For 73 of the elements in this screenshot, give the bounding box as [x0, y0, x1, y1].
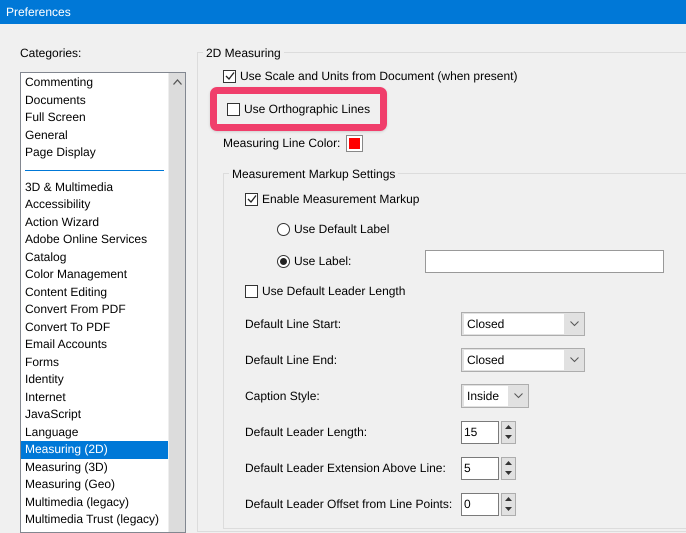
number-input-field[interactable]: 0 — [461, 492, 499, 516]
category-item[interactable]: Commenting — [21, 74, 168, 92]
line-color-label: Measuring Line Color: — [223, 135, 340, 152]
category-item[interactable]: Identity — [21, 371, 168, 388]
category-item[interactable]: Full Screen — [21, 109, 168, 126]
window-title: Preferences — [6, 4, 71, 21]
checkbox-label: Use Scale and Units from Document (when present) — [240, 68, 518, 85]
category-item[interactable]: General — [21, 126, 168, 144]
dropdown[interactable]: Closed — [461, 312, 585, 336]
chevron-down-icon — [570, 321, 578, 327]
category-item[interactable]: Convert To PDF — [21, 318, 168, 336]
scrollbar[interactable] — [168, 73, 185, 532]
category-item[interactable]: Accessibility — [21, 196, 168, 214]
field-label: Default Leader Offset from Line Points: — [245, 496, 454, 513]
category-item[interactable]: Measuring (3D) — [21, 458, 168, 476]
label-input-field[interactable] — [425, 250, 664, 272]
dropdown-value: Inside — [464, 386, 508, 406]
checkbox[interactable] — [245, 192, 258, 206]
category-item[interactable]: Language — [21, 424, 168, 441]
radio-label: Use Default Label — [294, 221, 390, 238]
spinner-buttons[interactable] — [501, 420, 516, 444]
check-icon — [246, 194, 256, 204]
spinner-buttons[interactable] — [501, 492, 516, 516]
chevron-down-icon — [570, 357, 578, 363]
checkbox[interactable] — [245, 284, 258, 298]
field-label: Default Line Start: — [245, 316, 342, 333]
up-arrow-icon[interactable] — [505, 496, 512, 501]
checkbox-label: Use Default Leader Length — [262, 283, 406, 300]
field-label: Default Leader Extension Above Line: — [245, 460, 447, 477]
category-item[interactable]: Convert From PDF — [21, 301, 168, 318]
field-label: Default Leader Length: — [245, 424, 368, 441]
up-arrow-icon[interactable] — [505, 460, 512, 465]
dropdown-value: Closed — [464, 350, 564, 370]
category-item[interactable]: Measuring (Geo) — [21, 476, 168, 494]
checkbox[interactable] — [227, 102, 240, 116]
number-input-field[interactable]: 5 — [461, 456, 499, 480]
dropdown[interactable]: Closed — [461, 348, 585, 372]
scroll-up-icon[interactable] — [172, 79, 182, 85]
number-input-field[interactable]: 15 — [461, 420, 499, 444]
category-item[interactable]: Forms — [21, 354, 168, 371]
down-arrow-icon[interactable] — [505, 435, 512, 440]
color-picker[interactable] — [346, 134, 364, 152]
category-item[interactable]: Multimedia (legacy) — [21, 494, 168, 511]
dropdown-value: Closed — [464, 314, 564, 334]
up-arrow-icon[interactable] — [505, 424, 512, 429]
category-item[interactable]: Email Accounts — [21, 336, 168, 354]
category-item[interactable]: Page Display — [21, 144, 168, 162]
radio-label: Use Label: — [294, 253, 352, 270]
checkbox[interactable] — [223, 70, 236, 82]
category-item[interactable]: Action Wizard — [21, 214, 168, 231]
category-item[interactable]: Color Management — [21, 266, 168, 284]
category-item[interactable]: JavaScript — [21, 406, 168, 424]
radio-button[interactable] — [277, 254, 290, 268]
category-item[interactable]: Adobe Online Services — [21, 231, 168, 248]
down-arrow-icon[interactable] — [505, 507, 512, 512]
checkbox-label: Use Orthographic Lines — [244, 101, 370, 118]
category-item[interactable]: Measuring (2D) — [21, 441, 168, 458]
chevron-down-icon — [514, 393, 522, 399]
category-item[interactable]: Catalog — [21, 248, 168, 266]
category-item[interactable]: 3D & Multimedia — [21, 178, 168, 196]
category-item[interactable]: Content Editing — [21, 284, 168, 301]
category-item[interactable]: Documents — [21, 92, 168, 109]
field-label: Default Line End: — [245, 352, 338, 369]
check-icon — [224, 71, 234, 81]
down-arrow-icon[interactable] — [505, 471, 512, 476]
category-item[interactable]: Internet — [21, 388, 168, 406]
checkbox-label: Enable Measurement Markup — [262, 191, 420, 208]
categories-label: Categories: — [20, 45, 82, 60]
radio-button[interactable] — [277, 222, 290, 236]
spinner-buttons[interactable] — [501, 456, 516, 480]
dropdown[interactable]: Inside — [461, 384, 529, 408]
category-item[interactable]: Multimedia Trust (legacy) — [21, 511, 168, 528]
field-label: Caption Style: — [245, 388, 321, 405]
